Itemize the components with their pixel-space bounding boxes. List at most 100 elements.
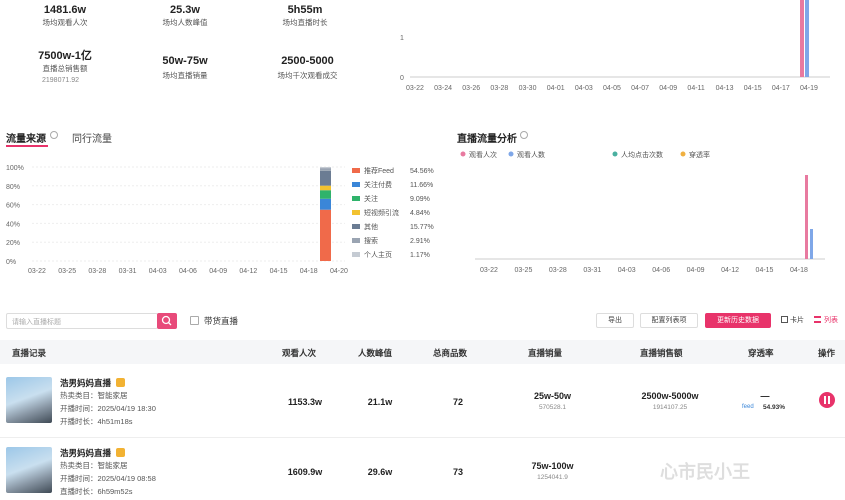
legend-label: 个人主页 bbox=[364, 250, 392, 259]
x-tick: 03-22 bbox=[406, 85, 424, 92]
export-button[interactable]: 导出 bbox=[596, 313, 634, 328]
tab-traffic-source[interactable]: 流量来源 bbox=[6, 130, 46, 145]
x-tick: 04-09 bbox=[659, 85, 677, 92]
traffic-chart: 100% 80% 60% 40% 20% 0% 03-22 03-25 03-28 03-31 0… bbox=[6, 165, 434, 275]
legend-label: 其他 bbox=[364, 222, 378, 231]
live-title[interactable]: 浩男妈妈直播 bbox=[60, 377, 111, 389]
card-view-icon bbox=[781, 316, 788, 323]
live-thumbnail[interactable] bbox=[6, 447, 52, 493]
legend-dot bbox=[460, 151, 466, 157]
cell-sales: 25w-50w bbox=[533, 391, 572, 401]
legend-label: 推荐Feed bbox=[364, 166, 394, 175]
search-button[interactable] bbox=[157, 313, 177, 329]
row-divider bbox=[0, 437, 845, 438]
live-category: 热卖类目：智能家居 bbox=[60, 461, 128, 470]
top-trend-chart: 1 0 03-22 03-24 03-26 03-28 03-30 04-01 04-03 0… bbox=[400, 0, 830, 92]
th-peak[interactable]: 人数峰值 bbox=[358, 347, 392, 359]
th-views[interactable]: 观看人次 bbox=[282, 347, 316, 359]
tab-underline bbox=[6, 145, 48, 147]
cell-rate: — bbox=[760, 391, 770, 401]
refresh-history-button[interactable]: 更新历史数据 bbox=[705, 313, 771, 328]
legend-label: 搜索 bbox=[364, 236, 378, 245]
rate-tag: feed bbox=[742, 404, 754, 410]
legend-value: 11.66% bbox=[410, 182, 433, 189]
x-tick: 04-07 bbox=[631, 85, 649, 92]
stat-peak: 25.3w bbox=[170, 4, 200, 16]
x-tick: 04-06 bbox=[179, 268, 197, 275]
traffic-segment bbox=[320, 209, 331, 261]
legend-value: 9.09% bbox=[410, 196, 430, 203]
live-analysis-title: 直播流量分析 bbox=[457, 134, 517, 145]
x-tick: 04-12 bbox=[721, 267, 739, 274]
card-view-button[interactable]: 卡片 bbox=[790, 315, 804, 325]
x-tick: 03-24 bbox=[434, 85, 452, 92]
y-tick: 1 bbox=[400, 35, 404, 42]
x-tick: 04-19 bbox=[800, 85, 818, 92]
legend-dot bbox=[612, 151, 618, 157]
bar-views bbox=[800, 0, 804, 77]
traffic-segment bbox=[320, 198, 331, 210]
x-tick: 03-28 bbox=[549, 267, 567, 274]
legend-label: 观看人数 bbox=[517, 150, 545, 159]
stat-peak-label: 场均人数峰值 bbox=[162, 18, 208, 27]
live-analysis-chart: 观看人次 观看人数 人均点击次数 穿透率 03-22 03-25 03-28 03-31 04… bbox=[460, 150, 825, 274]
cell-sales: 75w-100w bbox=[531, 461, 574, 471]
stat-total-revenue-sub: 2198071.92 bbox=[42, 77, 79, 84]
list-view-button[interactable]: 列表 bbox=[824, 315, 838, 325]
live-filter-checkbox[interactable] bbox=[190, 316, 199, 325]
live-title[interactable]: 浩男妈妈直播 bbox=[60, 447, 111, 459]
live-start-time: 开播时间：2025/04/19 18:30 bbox=[60, 404, 156, 413]
legend-label: 关注付费 bbox=[364, 180, 392, 189]
tab-peer-traffic[interactable]: 同行流量 bbox=[72, 130, 112, 145]
cell-products: 72 bbox=[452, 397, 463, 407]
x-tick: 04-09 bbox=[209, 268, 227, 275]
th-products[interactable]: 总商品数 bbox=[433, 347, 467, 359]
cell-peak: 21.1w bbox=[367, 397, 393, 407]
search-icon bbox=[161, 315, 172, 326]
th-sales[interactable]: 直播销量 bbox=[528, 347, 562, 359]
legend-dot bbox=[508, 151, 514, 157]
config-columns-button[interactable]: 配置列表项 bbox=[640, 313, 698, 328]
rate-value: 54.93% bbox=[763, 404, 786, 411]
stat-duration: 5h55m bbox=[287, 4, 323, 16]
play-button[interactable] bbox=[819, 392, 835, 408]
stat-gpm-label: 场均千次观看成交 bbox=[277, 71, 338, 80]
cell-peak: 29.6w bbox=[367, 467, 393, 477]
th-rate: 穿透率 bbox=[748, 348, 774, 358]
search-input[interactable]: 请输入直播标题 bbox=[6, 313, 158, 329]
legend-dot bbox=[680, 151, 686, 157]
x-tick: 04-11 bbox=[687, 85, 704, 92]
play-icon bbox=[824, 396, 830, 404]
x-tick: 04-03 bbox=[575, 85, 593, 92]
stat-duration-label: 场均直播时长 bbox=[282, 18, 328, 27]
th-revenue[interactable]: 直播销售额 bbox=[640, 347, 683, 359]
x-tick: 04-06 bbox=[652, 267, 670, 274]
list-view-icon bbox=[814, 316, 821, 323]
x-tick: 03-28 bbox=[490, 85, 508, 92]
live-duration: 直播时长：6h59m52s bbox=[60, 487, 133, 496]
live-duration: 开播时长：4h51m18s bbox=[60, 417, 133, 426]
x-tick: 04-12 bbox=[239, 268, 257, 275]
cell-views: 1153.3w bbox=[287, 397, 323, 407]
stat-avg-views-label: 场均观看人次 bbox=[42, 18, 88, 27]
x-tick: 04-18 bbox=[790, 267, 808, 274]
table-header bbox=[0, 340, 845, 364]
x-tick: 04-20 bbox=[330, 268, 348, 275]
x-tick: 04-18 bbox=[300, 268, 318, 275]
traffic-segment bbox=[320, 170, 331, 186]
legend-swatch bbox=[352, 182, 360, 187]
legend-swatch bbox=[352, 168, 360, 173]
info-icon[interactable] bbox=[520, 131, 528, 139]
bar-views bbox=[805, 175, 808, 259]
live-thumbnail[interactable] bbox=[6, 377, 52, 423]
stat-avg-sales: 50w-75w bbox=[162, 55, 208, 67]
th-actions: 操作 bbox=[818, 348, 836, 358]
info-icon[interactable] bbox=[50, 131, 58, 139]
y-tick: 80% bbox=[6, 184, 20, 191]
x-tick: 04-03 bbox=[618, 267, 636, 274]
x-tick: 04-05 bbox=[603, 85, 621, 92]
watermark: 心市民小王 bbox=[660, 462, 750, 482]
traffic-segment bbox=[320, 185, 331, 191]
x-tick: 03-28 bbox=[88, 268, 106, 275]
y-tick: 40% bbox=[6, 221, 20, 228]
